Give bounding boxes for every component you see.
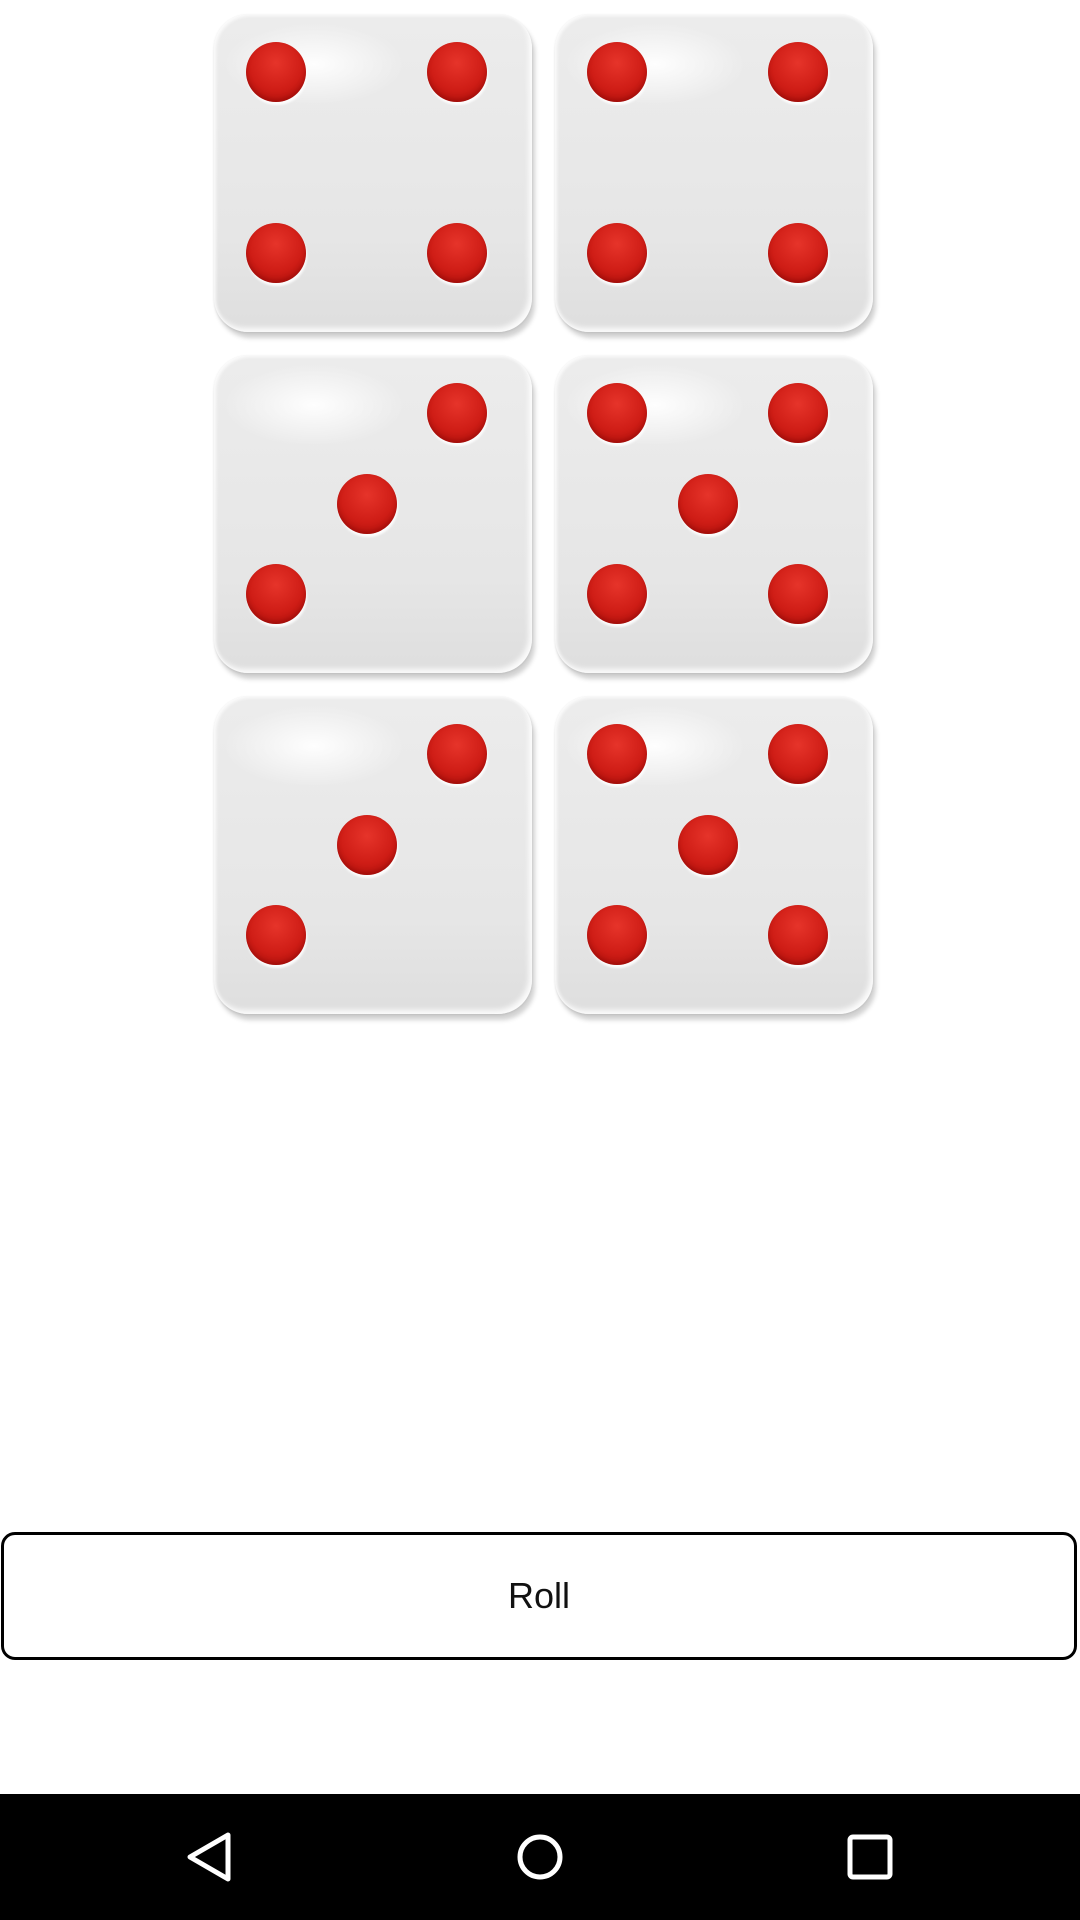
dice-roller-app: Roll — [0, 0, 1080, 1920]
die-pip — [246, 223, 306, 283]
die-pip — [246, 905, 306, 965]
die-2 — [555, 14, 873, 332]
nav-recents-button[interactable] — [805, 1794, 935, 1920]
recents-square-icon — [847, 1834, 893, 1880]
die-pip — [768, 564, 828, 624]
navigation-bar — [0, 1794, 1080, 1920]
die-4 — [555, 355, 873, 673]
die-pip — [587, 42, 647, 102]
die-pip — [427, 223, 487, 283]
die-pip — [427, 383, 487, 443]
nav-back-button[interactable] — [145, 1794, 275, 1920]
die-pip — [587, 564, 647, 624]
die-1 — [214, 14, 532, 332]
die-5 — [214, 696, 532, 1014]
die-pip — [678, 815, 738, 875]
back-triangle-icon — [187, 1832, 231, 1882]
die-pip — [768, 223, 828, 283]
die-pip — [768, 724, 828, 784]
nav-home-button[interactable] — [475, 1794, 605, 1920]
dice-grid — [0, 0, 1080, 1020]
die-pip — [768, 383, 828, 443]
die-pip — [587, 905, 647, 965]
home-circle-icon — [517, 1834, 563, 1880]
die-pip — [427, 42, 487, 102]
die-pip — [768, 905, 828, 965]
die-pip — [246, 564, 306, 624]
die-6 — [555, 696, 873, 1014]
die-pip — [337, 474, 397, 534]
die-pip — [768, 42, 828, 102]
roll-button[interactable]: Roll — [1, 1532, 1077, 1660]
die-pip — [427, 724, 487, 784]
die-pip — [246, 42, 306, 102]
die-pip — [678, 474, 738, 534]
die-pip — [587, 223, 647, 283]
die-pip — [337, 815, 397, 875]
die-3 — [214, 355, 532, 673]
die-pip — [587, 724, 647, 784]
roll-button-label: Roll — [507, 1575, 570, 1616]
die-pip — [587, 383, 647, 443]
